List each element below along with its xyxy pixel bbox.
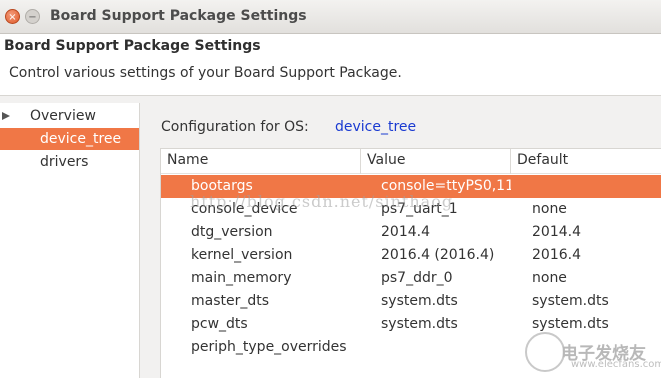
minimize-icon[interactable]: −: [25, 9, 40, 24]
tree-item-device-tree[interactable]: device_tree: [0, 128, 139, 150]
row-name: main_memory: [191, 270, 292, 286]
row-value[interactable]: ps7_ddr_0: [381, 267, 511, 290]
row-default: none: [532, 201, 567, 217]
window-title: Board Support Package Settings: [50, 8, 307, 24]
tree-item-label: device_tree: [40, 131, 122, 147]
config-os-value: device_tree: [335, 119, 417, 135]
column-header-name[interactable]: Name: [161, 149, 361, 174]
tree-item-label: drivers: [40, 154, 89, 170]
tree-item-overview[interactable]: Overview: [0, 105, 139, 127]
logo-url: www.elecfans.com: [571, 359, 661, 370]
close-icon[interactable]: ×: [5, 9, 20, 24]
site-logo: 电子发烧友 www.elecfans.com: [521, 330, 661, 376]
row-default: 2014.4: [532, 224, 581, 240]
table-row[interactable]: master_dts system.dts system.dts: [161, 290, 661, 313]
row-default: 2016.4: [532, 247, 581, 263]
dialog-header: Board Support Package Settings Control v…: [0, 34, 661, 96]
row-name: periph_type_overrides: [191, 339, 347, 355]
row-value[interactable]: 2014.4: [381, 221, 511, 244]
config-os-label: Configuration for OS:: [161, 119, 309, 135]
tree-item-drivers[interactable]: drivers: [0, 151, 139, 173]
row-name: master_dts: [191, 293, 270, 309]
table-row[interactable]: main_memory ps7_ddr_0 none: [161, 267, 661, 290]
table-row[interactable]: dtg_version 2014.4 2014.4: [161, 221, 661, 244]
watermark: http://blog.csdn.net/sinthaog: [190, 192, 454, 211]
row-name: dtg_version: [191, 224, 273, 240]
expand-arrow-icon[interactable]: [2, 112, 10, 120]
table-row[interactable]: kernel_version 2016.4 (2016.4) 2016.4: [161, 244, 661, 267]
column-header-default[interactable]: Default: [511, 149, 661, 174]
window-titlebar: × − Board Support Package Settings: [0, 0, 661, 34]
settings-tree: Overview device_tree drivers: [0, 103, 140, 378]
row-name: pcw_dts: [191, 316, 248, 332]
row-value[interactable]: system.dts: [381, 290, 511, 313]
dialog-description: Control various settings of your Board S…: [9, 65, 402, 81]
dialog-title: Board Support Package Settings: [4, 38, 261, 54]
row-default: system.dts: [532, 293, 609, 309]
row-name: kernel_version: [191, 247, 293, 263]
column-header-value[interactable]: Value: [361, 149, 511, 174]
row-value[interactable]: system.dts: [381, 313, 511, 336]
row-default: none: [532, 270, 567, 286]
row-value[interactable]: 2016.4 (2016.4): [381, 244, 511, 267]
logo-emblem-icon: [525, 332, 565, 372]
table-header: Name Value Default: [161, 149, 661, 174]
tree-item-label: Overview: [30, 108, 96, 124]
